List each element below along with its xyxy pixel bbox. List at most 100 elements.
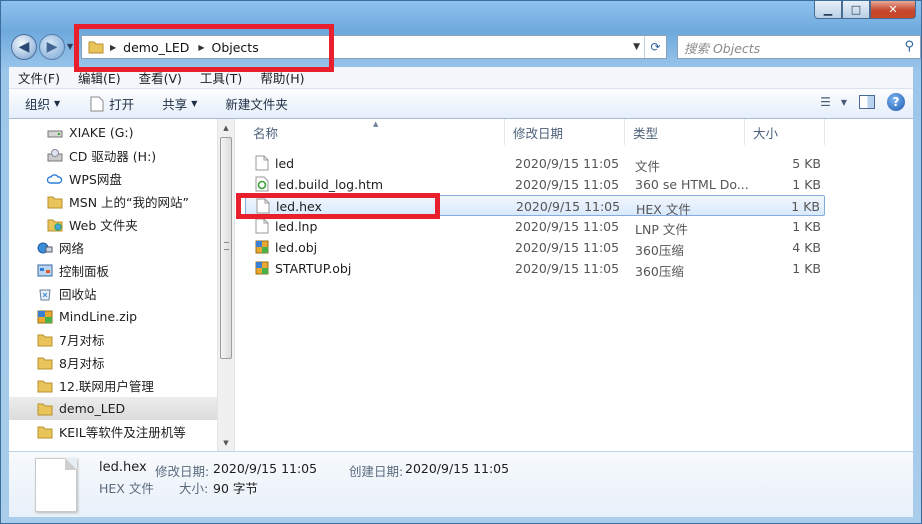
menu-file[interactable]: 文件(F) — [9, 68, 69, 87]
address-highlight-box — [74, 24, 334, 72]
file-size: 1 KB — [792, 261, 821, 276]
recycle-bin-icon — [39, 289, 51, 300]
file-name: led — [275, 156, 295, 171]
back-button[interactable]: ◀ — [11, 34, 37, 60]
search-input[interactable]: 搜索 Objects ⚲ — [677, 35, 921, 59]
folder-icon — [37, 334, 53, 346]
nav-item-label: 回收站 — [59, 287, 97, 302]
nav-item[interactable]: WPS网盘 — [9, 167, 217, 190]
column-header-modified[interactable]: 修改日期 — [505, 119, 625, 145]
file-type: 360压缩 — [635, 264, 684, 279]
nav-item[interactable]: 8月对标 — [9, 351, 217, 374]
nav-item[interactable]: 7月对标 — [9, 328, 217, 351]
nav-item-label: XIAKE (G:) — [69, 125, 134, 140]
minimize-button[interactable]: ▁ — [814, 1, 842, 19]
command-bar: 组织 ▼ 打开 共享 ▼ 新建文件夹 ☰ ▼ ? — [9, 89, 913, 119]
caption-buttons: ▁ □ ✕ — [814, 1, 916, 19]
details-view-icon: ☰ — [820, 95, 831, 109]
file-type: 文件 — [635, 159, 661, 174]
nav-item[interactable]: XIAKE (G:) — [9, 121, 217, 144]
nav-item[interactable]: MSN 上的“我的网站” — [9, 190, 217, 213]
nav-item[interactable]: 控制面板 — [9, 259, 217, 282]
file-type: LNP 文件 — [635, 222, 688, 237]
file-row[interactable]: led.obj 2020/9/15 11:05 360压缩 4 KB — [245, 237, 825, 258]
cd-drive-icon — [47, 148, 63, 161]
recent-pages-dropdown[interactable]: ▼ — [67, 42, 73, 51]
details-size-value: 90 字节 — [213, 481, 258, 496]
column-header-name[interactable]: 名称 ▲ — [245, 119, 505, 145]
organize-label: 组织 — [25, 97, 51, 112]
column-size-label: 大小 — [753, 125, 779, 141]
open-button[interactable]: 打开 — [90, 94, 134, 113]
nav-item[interactable]: 回收站 — [9, 282, 217, 305]
scroll-thumb[interactable] — [220, 137, 232, 359]
control-panel-icon — [37, 264, 53, 276]
zip-icon — [37, 310, 53, 323]
nav-item-label: 7月对标 — [59, 333, 105, 348]
details-size-label: 大小: — [179, 481, 209, 496]
preview-pane-icon[interactable] — [859, 95, 875, 109]
file-modified: 2020/9/15 11:05 — [515, 240, 620, 255]
column-header-size[interactable]: 大小 — [745, 119, 825, 145]
view-options-button[interactable]: ☰ ▼ — [820, 95, 847, 109]
file-row[interactable]: led 2020/9/15 11:05 文件 5 KB — [245, 153, 825, 174]
file-name: led.obj — [275, 240, 318, 255]
nav-scrollbar[interactable]: ▲ ▼ — [217, 119, 234, 451]
file-icon — [255, 218, 269, 234]
explorer-window: ▁ □ ✕ ◀ ▶ ▼ ▶ demo_LED ▶ Objects ▼ ⟳ 搜索 … — [0, 0, 922, 524]
close-button[interactable]: ✕ — [870, 1, 916, 19]
file-name: led.lnp — [275, 219, 318, 234]
file-row[interactable]: STARTUP.obj 2020/9/15 11:05 360压缩 1 KB — [245, 258, 825, 279]
file-type: 360 se HTML Do... — [635, 177, 749, 192]
file-name: STARTUP.obj — [275, 261, 352, 276]
address-history-dropdown[interactable]: ▼ — [633, 42, 640, 52]
drive-icon — [47, 130, 63, 137]
zip-icon — [255, 261, 269, 275]
document-icon — [90, 96, 104, 111]
details-created-value: 2020/9/15 11:05 — [405, 461, 510, 476]
file-highlight-box — [236, 193, 440, 219]
nav-item[interactable]: 网络 — [9, 236, 217, 259]
details-pane: led.hex 修改日期: 2020/9/15 11:05 创建日期: 2020… — [9, 451, 913, 517]
web-folder-icon — [47, 219, 63, 231]
column-header-type[interactable]: 类型 — [625, 119, 745, 145]
file-size: 5 KB — [792, 156, 821, 171]
folder-icon — [37, 403, 53, 415]
scroll-up-icon[interactable]: ▲ — [218, 119, 234, 136]
column-type-label: 类型 — [633, 125, 659, 141]
file-row[interactable]: led.build_log.htm 2020/9/15 11:05 360 se H… — [245, 174, 825, 195]
help-icon[interactable]: ? — [887, 93, 905, 111]
maximize-button[interactable]: □ — [842, 1, 870, 19]
share-button[interactable]: 共享 ▼ — [162, 94, 197, 113]
nav-item[interactable]: MindLine.zip — [9, 305, 217, 328]
file-modified: 2020/9/15 11:05 — [516, 199, 621, 214]
refresh-icon[interactable]: ⟳ — [644, 36, 666, 58]
nav-item-label: CD 驱动器 (H:) — [69, 149, 157, 164]
new-folder-button[interactable]: 新建文件夹 — [225, 94, 288, 113]
network-icon — [37, 242, 53, 253]
file-name: led.build_log.htm — [275, 177, 384, 192]
search-icon[interactable]: ⚲ — [904, 39, 914, 54]
file-modified: 2020/9/15 11:05 — [515, 219, 620, 234]
new-folder-label: 新建文件夹 — [225, 97, 288, 112]
file-size: 4 KB — [792, 240, 821, 255]
back-arrow-icon: ◀ — [18, 39, 30, 55]
file-row[interactable]: led.lnp 2020/9/15 11:05 LNP 文件 1 KB — [245, 216, 825, 237]
nav-item-label: KEIL等软件及注册机等 — [59, 425, 186, 440]
folder-icon — [47, 196, 63, 208]
column-name-label: 名称 — [253, 125, 279, 141]
organize-button[interactable]: 组织 ▼ — [25, 94, 60, 113]
file-size: 1 KB — [791, 199, 820, 214]
html-file-icon — [255, 176, 269, 192]
details-file-name: led.hex — [99, 460, 147, 475]
file-thumbnail-icon — [35, 458, 77, 512]
nav-item[interactable]: Web 文件夹 — [9, 213, 217, 236]
scroll-down-icon[interactable]: ▼ — [218, 434, 234, 451]
nav-item[interactable]: CD 驱动器 (H:) — [9, 144, 217, 167]
nav-item[interactable]: KEIL等软件及注册机等 — [9, 420, 217, 443]
nav-item-label: demo_LED — [59, 401, 126, 416]
file-list: 名称 ▲ 修改日期 类型 大小 led 2020/9/15 11:05 文件 5 KB l… — [245, 119, 913, 451]
forward-button[interactable]: ▶ — [39, 34, 65, 60]
nav-item[interactable]: 12.联网用户管理 — [9, 374, 217, 397]
nav-item[interactable]: demo_LED — [9, 397, 217, 420]
